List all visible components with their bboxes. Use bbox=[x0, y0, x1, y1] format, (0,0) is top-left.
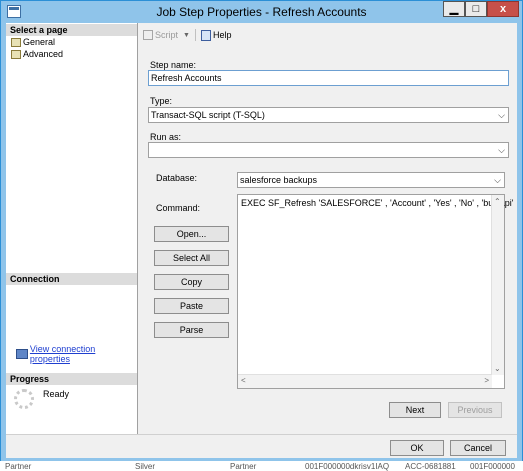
left-pane: Select a page General Advanced Connectio… bbox=[6, 23, 138, 434]
vertical-scrollbar[interactable]: ⌃ ⌄ bbox=[491, 195, 504, 375]
database-label: Database: bbox=[156, 173, 198, 183]
step-name-input[interactable]: Refresh Accounts bbox=[148, 70, 509, 86]
script-icon bbox=[143, 30, 153, 40]
horizontal-scrollbar[interactable]: < > bbox=[238, 374, 492, 388]
type-select[interactable]: Transact-SQL script (T-SQL) ⌵ bbox=[148, 107, 509, 123]
cancel-button[interactable]: Cancel bbox=[450, 440, 506, 456]
scroll-up-icon[interactable]: ⌃ bbox=[494, 197, 501, 206]
open-button[interactable]: Open... bbox=[154, 226, 229, 242]
close-button[interactable]: x bbox=[487, 1, 519, 17]
database-select-value: salesforce backups bbox=[240, 175, 318, 185]
background-grid-row: Partner Silver Partner 001F000000dkrisv1… bbox=[0, 461, 523, 471]
chevron-down-icon: ⌵ bbox=[494, 175, 501, 185]
background-cell: Partner bbox=[230, 462, 257, 471]
select-all-button[interactable]: Select All bbox=[154, 250, 229, 266]
chevron-down-icon: ⌵ bbox=[498, 145, 505, 155]
maximize-button[interactable]: □ bbox=[465, 1, 487, 17]
parse-button[interactable]: Parse bbox=[154, 322, 229, 338]
script-label: Script bbox=[155, 30, 179, 40]
page-icon bbox=[11, 49, 21, 59]
background-cell: 001F000000dkrisv1IAQ bbox=[305, 462, 390, 471]
dialog-button-bar: OK Cancel bbox=[6, 434, 517, 458]
run-as-select[interactable]: ⌵ bbox=[148, 142, 509, 158]
page-item-advanced[interactable]: Advanced bbox=[11, 49, 63, 59]
chevron-down-icon: ⌵ bbox=[498, 110, 505, 120]
type-select-value: Transact-SQL script (T-SQL) bbox=[151, 110, 265, 120]
ok-button[interactable]: OK bbox=[390, 440, 444, 456]
progress-status: Ready bbox=[43, 389, 70, 399]
dialog-window: Job Step Properties - Refresh Accounts ▁… bbox=[0, 0, 523, 463]
script-dropdown-icon[interactable]: ▼ bbox=[183, 32, 190, 39]
scroll-left-icon[interactable]: < bbox=[241, 376, 246, 385]
page-icon bbox=[11, 37, 21, 47]
step-name-label: Step name: bbox=[150, 60, 197, 70]
type-label: Type: bbox=[150, 96, 173, 106]
copy-button[interactable]: Copy bbox=[154, 274, 229, 290]
background-cell: ACC-0681881 bbox=[405, 462, 456, 471]
select-page-heading: Select a page bbox=[6, 24, 137, 36]
connection-heading: Connection bbox=[6, 273, 137, 285]
command-label: Command: bbox=[156, 203, 201, 213]
view-connection-properties-link[interactable]: View connection properties bbox=[30, 344, 137, 364]
minimize-button[interactable]: ▁ bbox=[443, 1, 465, 17]
database-select[interactable]: salesforce backups ⌵ bbox=[237, 172, 505, 188]
dialog-client: Select a page General Advanced Connectio… bbox=[6, 23, 517, 458]
connection-icon bbox=[16, 349, 28, 359]
background-cell: Partner bbox=[5, 462, 32, 471]
connection-link-row[interactable]: View connection properties bbox=[16, 344, 137, 364]
paste-button[interactable]: Paste bbox=[154, 298, 229, 314]
help-button[interactable]: Help bbox=[200, 29, 232, 41]
toolbar: Script ▼ Help bbox=[143, 28, 231, 42]
title-bar[interactable]: Job Step Properties - Refresh Accounts ▁… bbox=[1, 1, 522, 23]
background-cell: Silver bbox=[135, 462, 156, 471]
help-label: Help bbox=[212, 30, 232, 40]
page-item-label: General bbox=[23, 37, 56, 47]
script-button[interactable]: Script bbox=[143, 30, 178, 40]
toolbar-separator bbox=[194, 29, 196, 41]
scroll-right-icon[interactable]: > bbox=[484, 376, 489, 385]
progress-spinner-icon bbox=[14, 389, 34, 409]
command-textarea[interactable]: EXEC SF_Refresh 'SALESFORCE' , 'Account'… bbox=[237, 194, 513, 389]
next-button[interactable]: Next bbox=[389, 402, 441, 418]
help-icon bbox=[200, 29, 211, 41]
page-item-label: Advanced bbox=[23, 49, 64, 59]
background-cell: 001F000000 bbox=[470, 462, 515, 471]
run-as-label: Run as: bbox=[150, 132, 182, 142]
scroll-down-icon[interactable]: ⌄ bbox=[494, 364, 501, 373]
progress-area: Ready bbox=[6, 375, 137, 415]
previous-button[interactable]: Previous bbox=[448, 402, 502, 418]
command-text: EXEC SF_Refresh 'SALESFORCE' , 'Account'… bbox=[241, 198, 514, 208]
page-item-general[interactable]: General bbox=[11, 37, 55, 47]
